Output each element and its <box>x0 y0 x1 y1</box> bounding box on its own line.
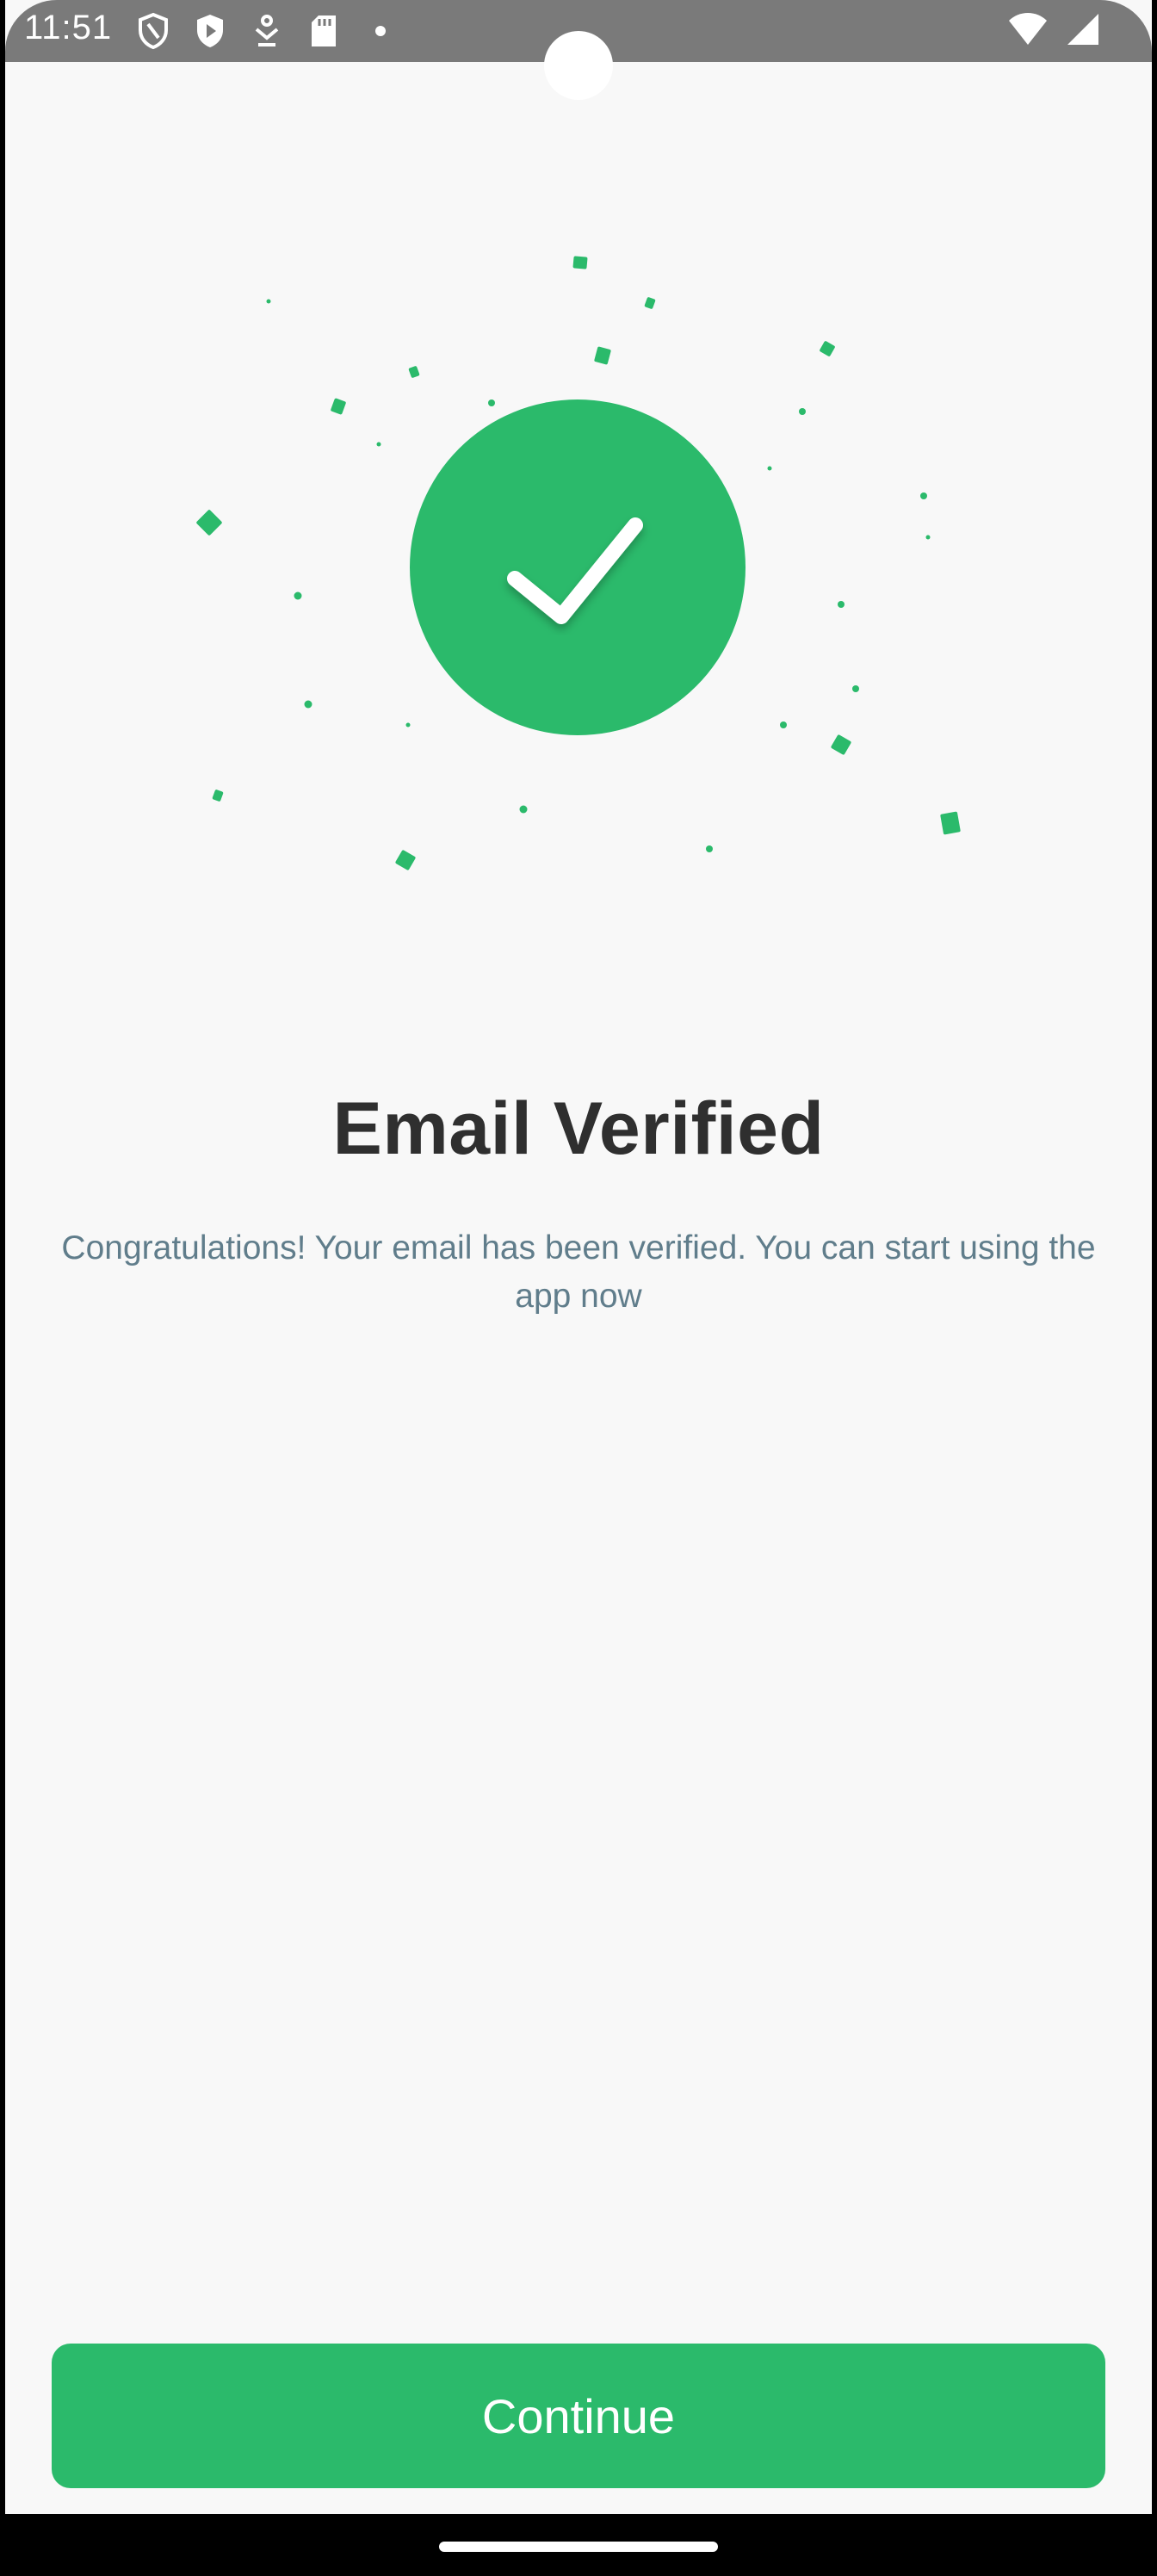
checkmark-icon <box>507 517 643 624</box>
page-title: Email Verified <box>332 1087 825 1170</box>
success-badge <box>410 399 746 735</box>
page-subtitle: Congratulations! Your email has been ver… <box>61 1229 1096 1315</box>
continue-button[interactable]: Continue <box>52 2344 1105 2488</box>
home-indicator[interactable] <box>439 2542 718 2552</box>
device-frame: 11:51 Email Verified Congratulations! Yo… <box>0 0 1157 2576</box>
app-screen: 11:51 Email Verified Congratulations! Yo… <box>5 0 1152 2514</box>
